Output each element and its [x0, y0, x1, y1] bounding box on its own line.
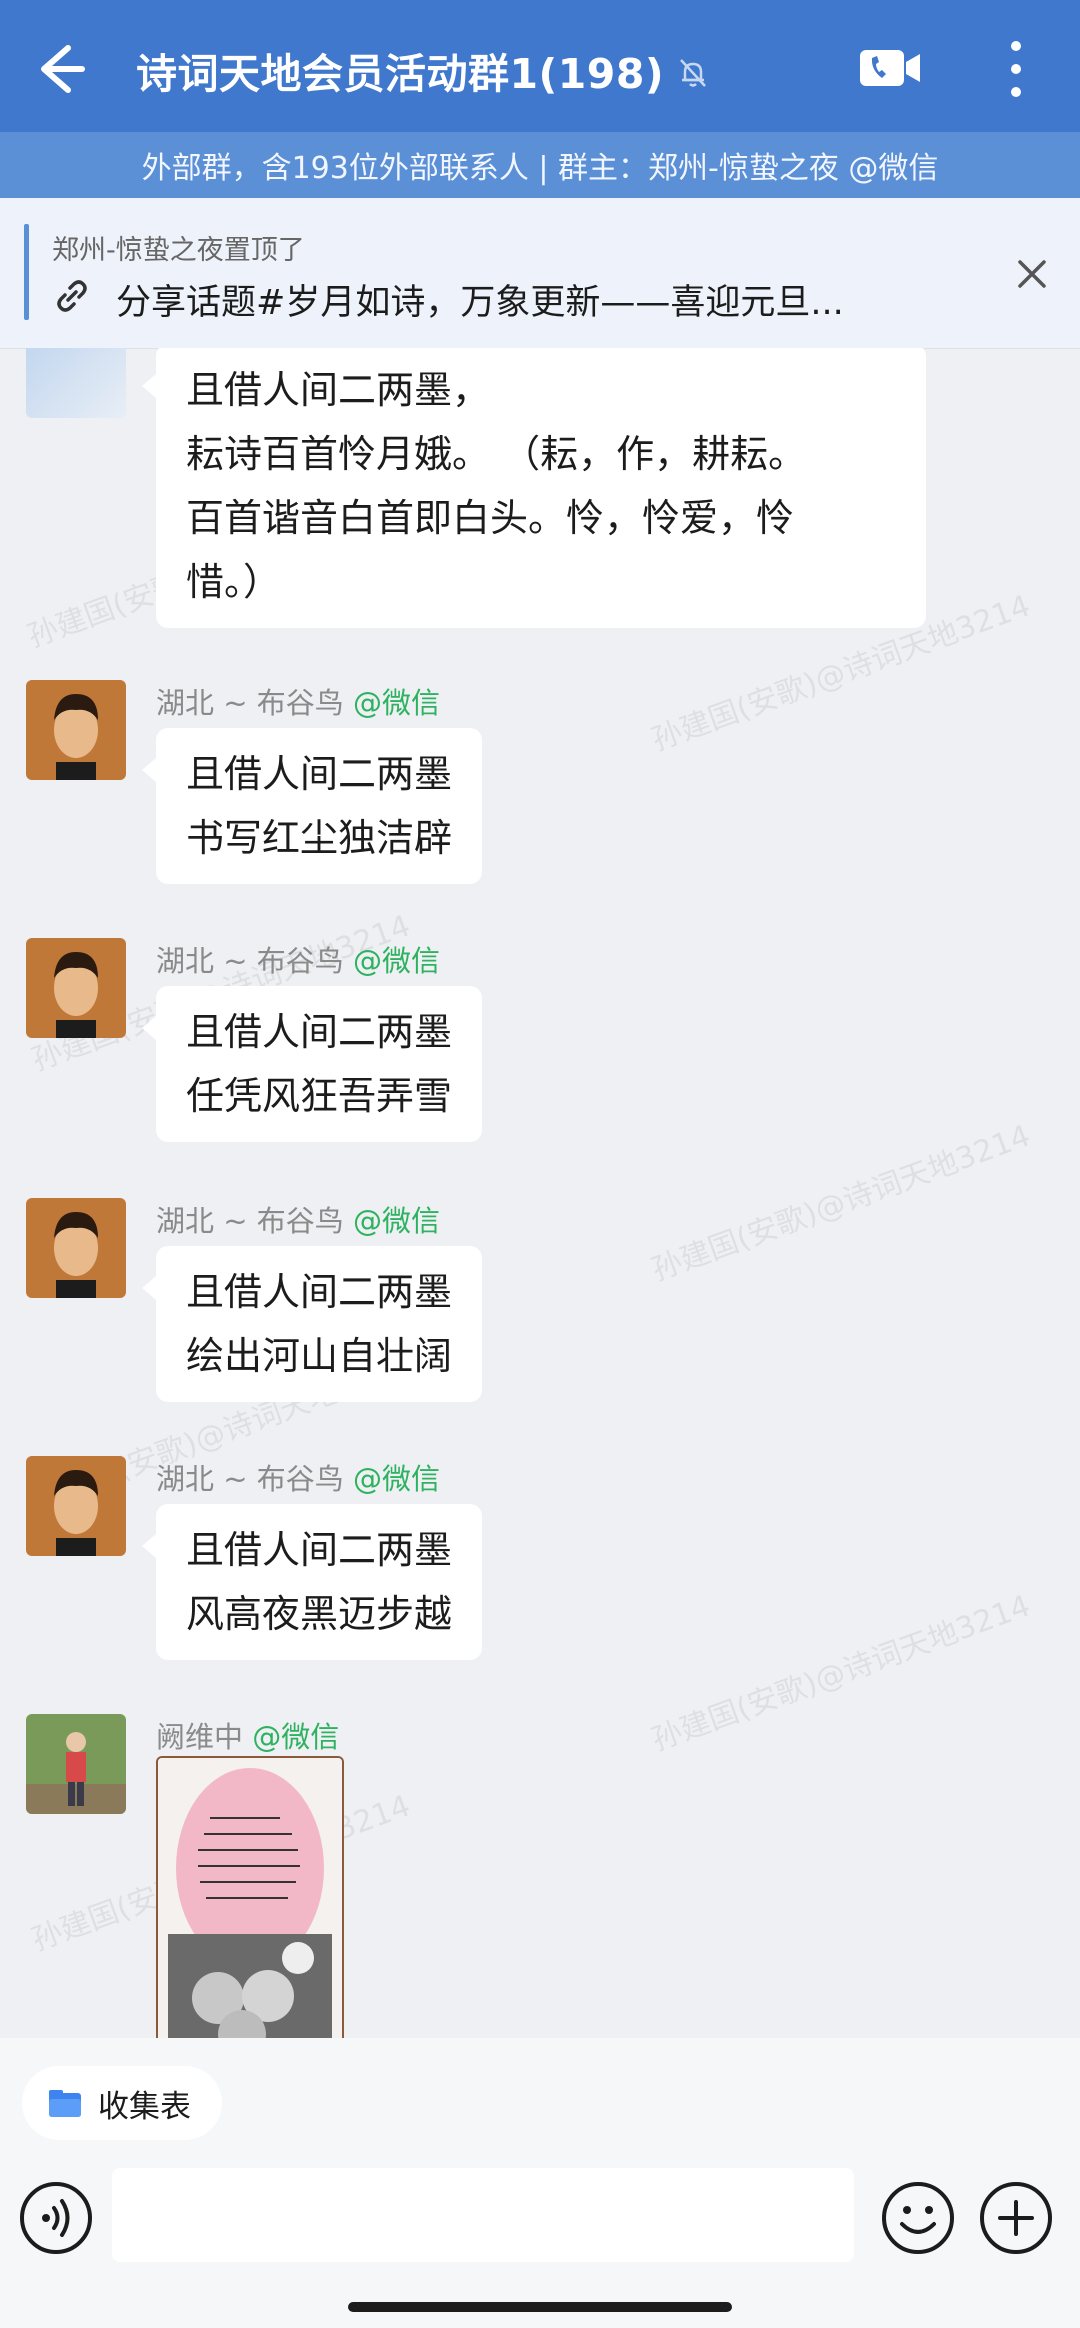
voice-input-icon[interactable] [18, 2180, 94, 2256]
link-icon [57, 280, 87, 312]
avatar[interactable] [26, 348, 126, 418]
sender-name: 湖北 ~ 布谷鸟 @微信 [156, 1204, 440, 1238]
collect-form-label: 收集表 [98, 2088, 191, 2125]
group-title[interactable]: 诗词天地会员活动群1(198) [136, 40, 664, 100]
avatar[interactable] [26, 1456, 126, 1556]
pinned-message[interactable]: 郑州-惊蛰之夜置顶了 分享话题#岁月如诗，万象更新——喜迎元旦... [0, 198, 1080, 349]
pinned-author: 郑州-惊蛰之夜置顶了 [52, 235, 305, 266]
sender-name: 阙维中 @微信 [156, 1720, 340, 1754]
message-bubble[interactable]: 且借人间二两墨 任凭风狂吾弄雪 [141, 986, 483, 1142]
avatar[interactable] [26, 680, 126, 780]
collect-form-chip[interactable]: 收集表 [22, 2066, 222, 2140]
top-app-bar: 诗词天地会员活动群1(198) [0, 0, 1080, 132]
sender-name: 湖北 ~ 布谷鸟 @微信 [156, 1462, 440, 1496]
message-bubble[interactable]: 且借人间二两墨， 耘诗百首怜月娥。 （耘，作，耕耘。 百首谐音白首即白头。怜，怜… [142, 348, 926, 628]
add-attachment-icon[interactable] [978, 2180, 1054, 2256]
composer: 收集表 [0, 2038, 1080, 2328]
sender-name: 湖北 ~ 布谷鸟 @微信 [156, 944, 440, 978]
message-bubble[interactable]: 且借人间二两墨 风高夜黑迈步越 [141, 1504, 483, 1660]
message-input[interactable] [112, 2168, 854, 2262]
message-bubble[interactable]: 且借人间二两墨 绘出河山自壮阔 [141, 1246, 483, 1402]
avatar[interactable] [26, 938, 126, 1038]
close-icon[interactable] [1010, 252, 1054, 296]
back-arrow-icon[interactable] [22, 34, 92, 104]
home-indicator[interactable] [348, 2302, 732, 2312]
more-vert-icon[interactable] [998, 36, 1034, 102]
image-message[interactable] [156, 1756, 344, 2038]
watermark: 孙建国(安歌)@诗词天地3214 [647, 1118, 1035, 1289]
sender-name: 湖北 ~ 布谷鸟 @微信 [156, 686, 440, 720]
message-bubble[interactable]: 且借人间二两墨 书写红尘独洁辟 [141, 728, 483, 884]
folder-icon [49, 2090, 81, 2117]
mute-bell-icon [680, 59, 706, 87]
pinned-text: 分享话题#岁月如诗，万象更新——喜迎元旦... [116, 283, 844, 323]
avatar[interactable] [26, 1714, 126, 1814]
avatar[interactable] [26, 1198, 126, 1298]
message-list[interactable]: 孙建国(安 孙建国(安歌)@诗词 孙建国(安歌)@诗词天地3214 孙建国(安歌… [0, 348, 1080, 2038]
pinned-accent-bar [24, 224, 29, 320]
video-call-icon[interactable] [858, 44, 922, 92]
emoji-icon[interactable] [880, 2180, 956, 2256]
watermark: 孙建国(安歌)@诗词天地3214 [647, 1588, 1035, 1759]
group-info-bar[interactable]: 外部群，含193位外部联系人 | 群主：郑州-惊蛰之夜 @微信 [0, 132, 1080, 198]
